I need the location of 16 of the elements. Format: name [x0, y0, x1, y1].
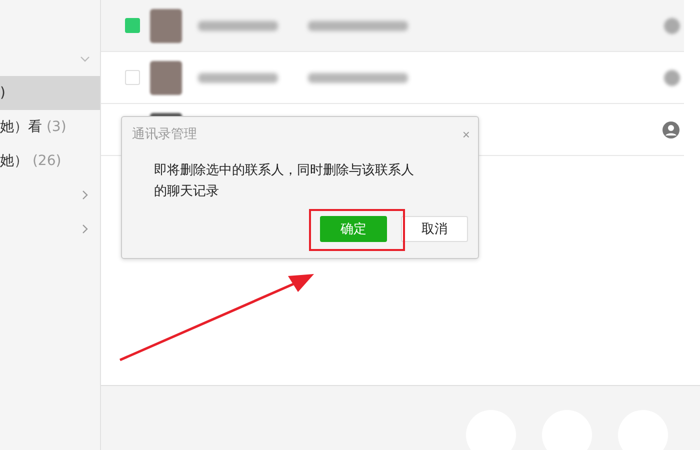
blurred-icon [664, 70, 680, 86]
dialog-title: 通讯录管理 [132, 126, 197, 143]
chevron-right-icon[interactable] [82, 190, 88, 200]
chevron-down-icon[interactable] [80, 56, 90, 62]
sidebar-item[interactable]: ) [0, 76, 100, 110]
chevron-right-icon[interactable] [82, 224, 88, 234]
checkbox[interactable] [125, 18, 140, 33]
cancel-button[interactable]: 取消 [401, 216, 468, 242]
dialog-message: 即将删除选中的联系人，同时删除与该联系人的聊天记录 [154, 162, 415, 201]
photo-placeholder [150, 8, 182, 42]
blurred-icon [664, 18, 680, 34]
photo-placeholder [150, 60, 182, 94]
sidebar-item[interactable]: 她） (26) [0, 144, 100, 178]
sidebar-item[interactable]: 她）看 (3) [0, 110, 100, 144]
person-icon[interactable] [662, 120, 680, 138]
checkbox[interactable] [125, 70, 140, 85]
